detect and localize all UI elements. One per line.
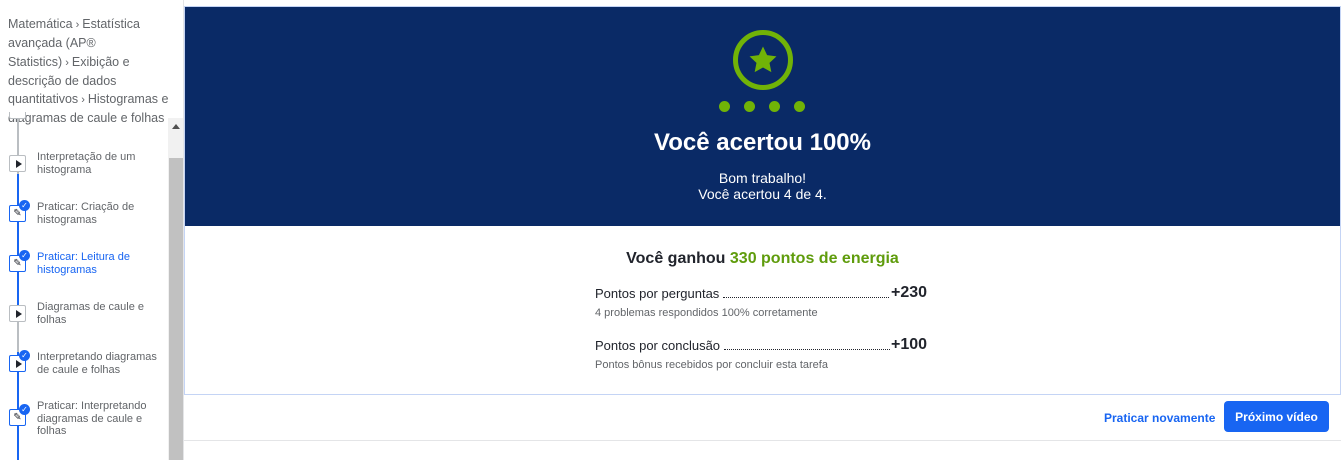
play-icon [9, 305, 26, 322]
star-icon [749, 46, 777, 73]
result-card: Você acertou 100% Bom trabalho! Você ace… [184, 6, 1341, 395]
sidebar-item-interpretacao-histograma[interactable]: Interpretação de um histograma [0, 146, 168, 196]
play-icon [9, 155, 26, 172]
main-content: Você acertou 100% Bom trabalho! Você ace… [184, 0, 1341, 460]
progress-dots [719, 101, 809, 113]
sidebar-item-label: Interpretação de um histograma [37, 151, 136, 176]
points-row-description: Pontos bônus recebidos por concluir esta… [595, 359, 828, 371]
next-video-button[interactable]: Próximo vídeo [1224, 401, 1329, 432]
points-row-value: +100 [891, 336, 928, 353]
breadcrumb: Matemática › Estatística avançada (AP® Sta… [8, 15, 173, 128]
points-row-value: +230 [891, 284, 928, 301]
points-summary: Você ganhou 330 pontos de energia Pontos… [185, 226, 1340, 394]
sidebar-scrollbar[interactable] [168, 118, 183, 460]
sidebar-item-label: Praticar: Interpretando diagramas de cau… [37, 400, 147, 437]
chevron-right-icon: › [75, 19, 80, 31]
progress-dot [769, 101, 780, 112]
energy-points-amount: 330 pontos de energia [729, 250, 899, 267]
progress-dot [794, 101, 805, 112]
energy-points-heading: Você ganhou 330 pontos de energia [185, 250, 1340, 268]
check-icon: ✓ [19, 250, 30, 261]
sidebar-item-criacao-histogramas[interactable]: ✎ ✓ Praticar: Criação de histogramas [0, 196, 168, 246]
checkbox-icon [9, 112, 26, 119]
points-row-label: Pontos por conclusão [595, 338, 721, 353]
progress-dot [744, 101, 755, 112]
sidebar: Matemática › Estatística avançada (AP® Sta… [0, 0, 184, 460]
result-hero: Você acertou 100% Bom trabalho! Você ace… [185, 7, 1340, 226]
breadcrumb-item-matematica[interactable]: Matemática [8, 17, 73, 31]
check-icon: ✓ [19, 404, 30, 415]
check-icon: ✓ [19, 200, 30, 211]
points-row-questions: Pontos por perguntas +230 4 problemas re… [595, 284, 945, 319]
sidebar-item-diagramas-caule-folhas[interactable]: Diagramas de caule e folhas [0, 296, 168, 346]
lesson-list: Interpretação de um histograma ✎ ✓ Prati… [0, 112, 168, 460]
sidebar-item-leitura-histogramas[interactable]: ✎ ✓ Praticar: Leitura de histogramas [0, 246, 168, 296]
points-row-label: Pontos por perguntas [595, 286, 720, 301]
points-row-description: 4 problemas respondidos 100% corretament… [595, 307, 818, 319]
check-icon: ✓ [19, 350, 30, 361]
sidebar-item-label: Diagramas de caule e folhas [37, 301, 145, 326]
sidebar-item-label: Praticar: Criação de histogramas [37, 201, 135, 226]
sidebar-item-interpretando-diagramas[interactable]: ✓ Interpretando diagramas de caule e fol… [0, 346, 168, 396]
dotted-leader [724, 349, 891, 350]
chevron-right-icon: › [81, 94, 85, 107]
result-title: Você acertou 100% [654, 129, 871, 156]
scrollbar-thumb[interactable] [169, 158, 183, 460]
list-item-partial[interactable] [0, 112, 168, 150]
practice-again-button[interactable]: Praticar novamente [1104, 403, 1215, 433]
result-message: Bom trabalho! [718, 170, 807, 186]
result-score: Você acertou 4 de 4. [698, 186, 827, 202]
progress-dot [719, 101, 730, 112]
star-badge-icon [733, 30, 793, 90]
result-subtitle: Bom trabalho! Você acertou 4 de 4. [185, 170, 1340, 202]
earned-prefix: Você ganhou [626, 250, 730, 267]
points-row-completion: Pontos por conclusão +100 Pontos bônus r… [595, 336, 945, 371]
dotted-leader [723, 297, 890, 298]
sidebar-item-label: Praticar: Leitura de histogramas [37, 251, 130, 276]
scroll-up-icon[interactable] [172, 124, 180, 129]
sidebar-item-praticar-interpretando[interactable]: ✎ ✓ Praticar: Interpretando diagramas de… [0, 396, 168, 456]
chevron-right-icon: › [65, 56, 69, 69]
sidebar-item-label: Interpretando diagramas de caule e folha… [37, 351, 157, 376]
